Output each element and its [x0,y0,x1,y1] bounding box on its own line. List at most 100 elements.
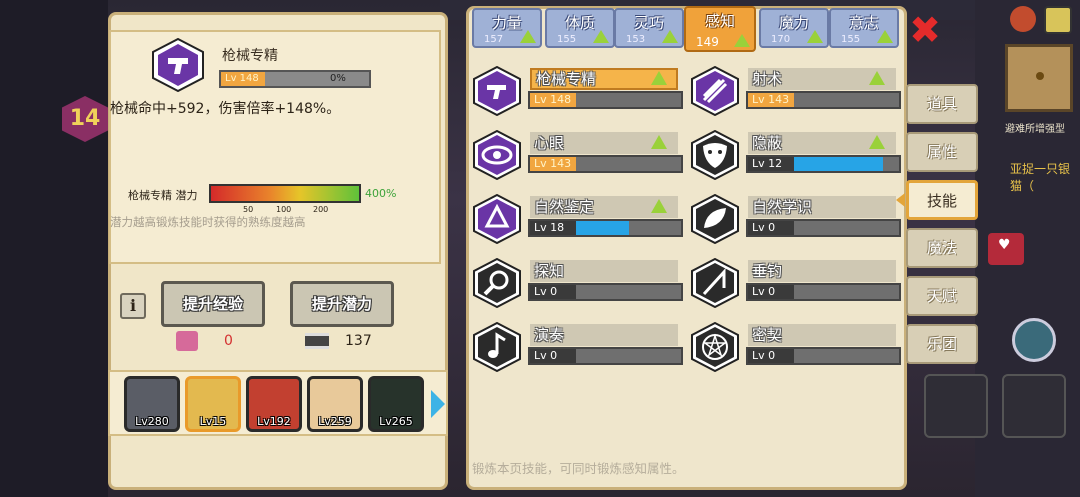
character-slot[interactable]: Lv280 [124,376,180,432]
skill-item[interactable]: 密契 Lv 0 [690,322,901,372]
character-level: Lv15 [199,415,227,428]
skill-name: 自然学识 [748,196,896,218]
skill-level: Lv 143 [748,93,794,107]
exp-item-count: 0 [224,333,233,349]
skill-item[interactable]: 演奏 Lv 0 [472,322,683,372]
potential-tick: 200 [313,205,329,214]
skill-level: Lv 0 [530,285,576,299]
upgrade-arrow-icon [877,30,893,43]
potential-note: 潜力越高锻炼技能时获得的熟练度越高 [110,215,306,229]
skill-progress-bar: Lv 143 [746,91,901,109]
gun-icon [152,38,204,92]
next-arrow-icon[interactable] [431,390,445,418]
potential-percent: 400% [365,187,397,200]
upgrade-arrow-icon [651,199,667,213]
detail-progress-text: 0% [330,73,346,84]
attribute-tab[interactable]: 灵巧 153 [614,8,684,48]
upgrade-arrow-icon [869,135,885,149]
triquetra-icon [473,194,521,244]
leaf-icon [691,194,739,244]
skill-level: Lv 0 [748,285,794,299]
side-tab-skills[interactable]: 技能 [906,180,978,220]
eye-icon [473,130,521,180]
skill-item[interactable]: 隐蔽 Lv 12 [690,130,901,180]
exp-book-icon [176,331,198,351]
side-tab-band[interactable]: 乐团 [906,324,978,364]
pentagram-icon [691,322,739,372]
skill-level: Lv 143 [530,157,576,171]
upgrade-arrow-icon [869,71,885,85]
globe-icon[interactable] [1010,6,1036,32]
close-icon[interactable]: ✖ [906,11,944,50]
skill-progress-bar: Lv 18 [528,219,683,237]
attribute-tab[interactable]: 魔力 170 [759,8,829,48]
skill-item[interactable]: 探知 Lv 0 [472,258,683,308]
character-slot[interactable]: Lv15 [185,376,241,432]
side-tab-magic[interactable]: 魔法 [906,228,978,268]
fishing-rod-icon [691,258,739,308]
player-marker-icon [1036,72,1044,80]
skill-level: Lv 0 [748,349,794,363]
upgrade-arrow-icon [593,30,609,43]
boost-potential-button[interactable]: 提升潜力 [290,281,394,327]
skill-level: Lv 0 [748,221,794,235]
bow-skill-button[interactable] [1002,374,1066,438]
character-slot[interactable]: Lv192 [246,376,302,432]
character-slot[interactable]: Lv259 [307,376,363,432]
character-level: Lv259 [318,415,352,428]
detail-skill-name: 枪械专精 [222,48,278,64]
expand-icon[interactable] [1044,6,1072,34]
skill-effect-text: 枪械命中+592，伤害倍率+148%。 [110,101,341,117]
info-button[interactable]: i [120,293,146,319]
skill-progress-bar: Lv 0 [746,219,901,237]
upgrade-arrow-icon [807,30,823,43]
skill-level: Lv 148 [530,93,576,107]
footer-hint: 锻炼本页技能，可同时锻炼感知属性。 [472,461,685,476]
skill-name: 垂钓 [748,260,896,282]
skill-item[interactable]: 垂钓 Lv 0 [690,258,901,308]
upgrade-arrow-icon [520,30,536,43]
quest-text: 亚捉一只银猫（ [1010,162,1071,193]
skill-item[interactable]: 自然学识 Lv 0 [690,194,901,244]
skill-progress-bar: Lv 12 [746,155,901,173]
left-hud-background [0,0,108,497]
skill-level: Lv 0 [530,349,576,363]
attribute-tab[interactable]: 意志 155 [829,8,899,48]
character-level: Lv265 [379,415,413,428]
potential-tick: 50 [243,205,254,214]
skill-level: Lv 12 [748,157,794,171]
side-tab-talents[interactable]: 天赋 [906,276,978,316]
potential-item-count: 137 [345,333,372,349]
skill-item[interactable]: 射术 Lv 143 [690,66,901,116]
upgrade-arrow-icon [651,135,667,149]
sword-skill-button[interactable] [924,374,988,438]
skill-progress-bar: Lv 0 [746,283,901,301]
detail-level-label: Lv 148 [221,72,265,86]
active-tab-pointer-icon [896,193,905,207]
side-tab-items[interactable]: 道具 [906,84,978,124]
magnifier-icon [473,258,521,308]
potential-label: 枪械专精 潜力 [128,189,198,202]
skill-progress-bar: Lv 143 [528,155,683,173]
heart-icon: ♥ [998,237,1011,253]
skill-item[interactable]: 心眼 Lv 143 [472,130,683,180]
skill-name: 探知 [530,260,678,282]
attribute-tab[interactable]: 力量 157 [472,8,542,48]
skill-progress-bar: Lv 0 [528,347,683,365]
side-tab-attributes[interactable]: 属性 [906,132,978,172]
arrows-icon [691,66,739,116]
boost-exp-button[interactable]: 提升经验 [161,281,265,327]
upgrade-arrow-icon [651,71,667,85]
mask-icon [691,130,739,180]
attribute-tab-active[interactable]: 感知 149 [684,6,756,52]
character-slot[interactable]: Lv265 [368,376,424,432]
skill-progress-bar: Lv 148 [528,91,683,109]
potential-tick: 100 [276,205,292,214]
music-note-icon [473,322,521,372]
skill-item[interactable]: 枪械专精 Lv 148 [472,66,683,116]
character-level: Lv192 [257,415,291,428]
character-level: Lv280 [135,415,169,428]
book-icon[interactable] [1012,318,1056,362]
attribute-tab[interactable]: 体质 155 [545,8,615,48]
skill-item[interactable]: 自然鉴定 Lv 18 [472,194,683,244]
